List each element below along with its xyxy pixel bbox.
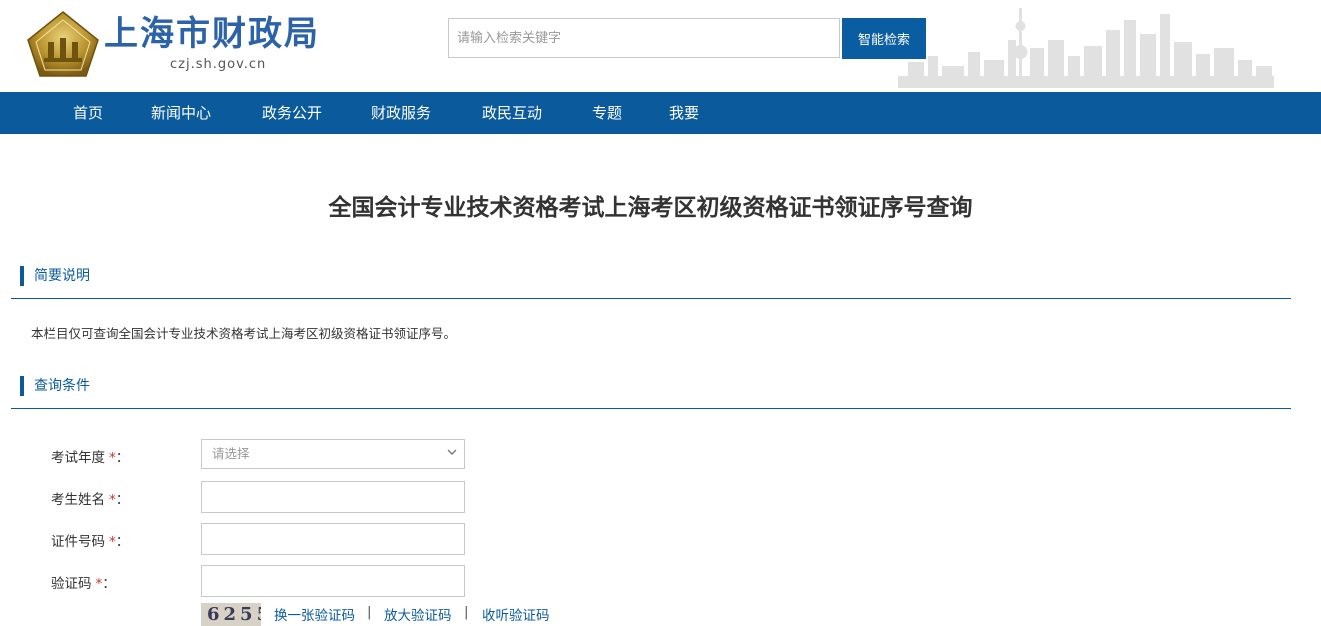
id-number-input[interactable] bbox=[202, 524, 464, 554]
site-header: 上海市财政局 czj.sh.gov.cn 智能检索 bbox=[0, 0, 1321, 92]
captcha-field bbox=[201, 565, 465, 597]
exam-year-select[interactable]: 请选择 bbox=[201, 439, 465, 469]
captcha-image[interactable]: 6255 bbox=[201, 603, 261, 626]
section-divider bbox=[11, 298, 1291, 299]
site-domain: czj.sh.gov.cn bbox=[170, 57, 267, 72]
nav-item-i-want[interactable]: 我要 bbox=[669, 92, 699, 134]
section-marker bbox=[20, 266, 24, 286]
id-number-label: 证件号码 *： bbox=[51, 530, 129, 550]
nav-item-topics[interactable]: 专题 bbox=[592, 92, 622, 134]
nav-item-gov-affairs[interactable]: 政务公开 bbox=[262, 92, 322, 134]
section-divider bbox=[11, 408, 1291, 409]
required-mark: * bbox=[109, 492, 116, 508]
exam-year-label-text: 考试年度 bbox=[51, 450, 105, 466]
label-colon: ： bbox=[102, 576, 116, 592]
label-colon: ： bbox=[115, 450, 130, 466]
chevron-down-icon bbox=[447, 449, 457, 455]
city-skyline-icon bbox=[898, 8, 1274, 88]
refresh-captcha-link[interactable]: 换一张验证码 bbox=[274, 604, 355, 624]
nav-item-finance-services[interactable]: 财政服务 bbox=[371, 92, 431, 134]
captcha-input[interactable] bbox=[202, 566, 464, 596]
nav-item-interaction[interactable]: 政民互动 bbox=[482, 92, 542, 134]
nav-item-news[interactable]: 新闻中心 bbox=[151, 92, 211, 134]
candidate-name-label-text: 考生姓名 bbox=[51, 492, 105, 508]
listen-captcha-link[interactable]: 收听验证码 bbox=[482, 604, 550, 624]
id-number-field bbox=[201, 523, 465, 555]
search-input[interactable] bbox=[449, 19, 839, 57]
candidate-name-input[interactable] bbox=[202, 482, 464, 512]
exam-year-placeholder: 请选择 bbox=[212, 446, 250, 461]
main-navbar: 首页 新闻中心 政务公开 财政服务 政民互动 专题 我要 bbox=[0, 92, 1321, 134]
id-number-label-text: 证件号码 bbox=[51, 534, 105, 550]
captcha-label-text: 验证码 bbox=[51, 576, 92, 592]
label-colon: ： bbox=[115, 492, 130, 508]
captcha-image-text: 6255 bbox=[207, 604, 261, 625]
captcha-label: 验证码 *： bbox=[51, 572, 116, 592]
candidate-name-field bbox=[201, 481, 465, 513]
candidate-name-label: 考生姓名 *： bbox=[51, 488, 129, 508]
site-title[interactable]: 上海市财政局 bbox=[104, 12, 320, 56]
required-mark: * bbox=[109, 450, 116, 466]
search-box bbox=[448, 18, 840, 58]
finance-bureau-emblem-icon[interactable] bbox=[24, 10, 102, 80]
section-intro-title: 简要说明 bbox=[34, 268, 90, 284]
link-separator: | bbox=[464, 604, 469, 620]
required-mark: * bbox=[109, 534, 116, 550]
enlarge-captcha-link[interactable]: 放大验证码 bbox=[384, 604, 452, 624]
link-separator: | bbox=[367, 604, 372, 620]
nav-item-home[interactable]: 首页 bbox=[73, 92, 103, 134]
label-colon: ： bbox=[115, 534, 130, 550]
section-marker bbox=[20, 376, 24, 396]
page-title: 全国会计专业技术资格考试上海考区初级资格证书领证序号查询 bbox=[328, 195, 973, 221]
intro-description: 本栏目仅可查询全国会计专业技术资格考试上海考区初级资格证书领证序号。 bbox=[31, 326, 457, 341]
section-query-title: 查询条件 bbox=[34, 378, 90, 394]
exam-year-label: 考试年度 *： bbox=[51, 446, 129, 466]
